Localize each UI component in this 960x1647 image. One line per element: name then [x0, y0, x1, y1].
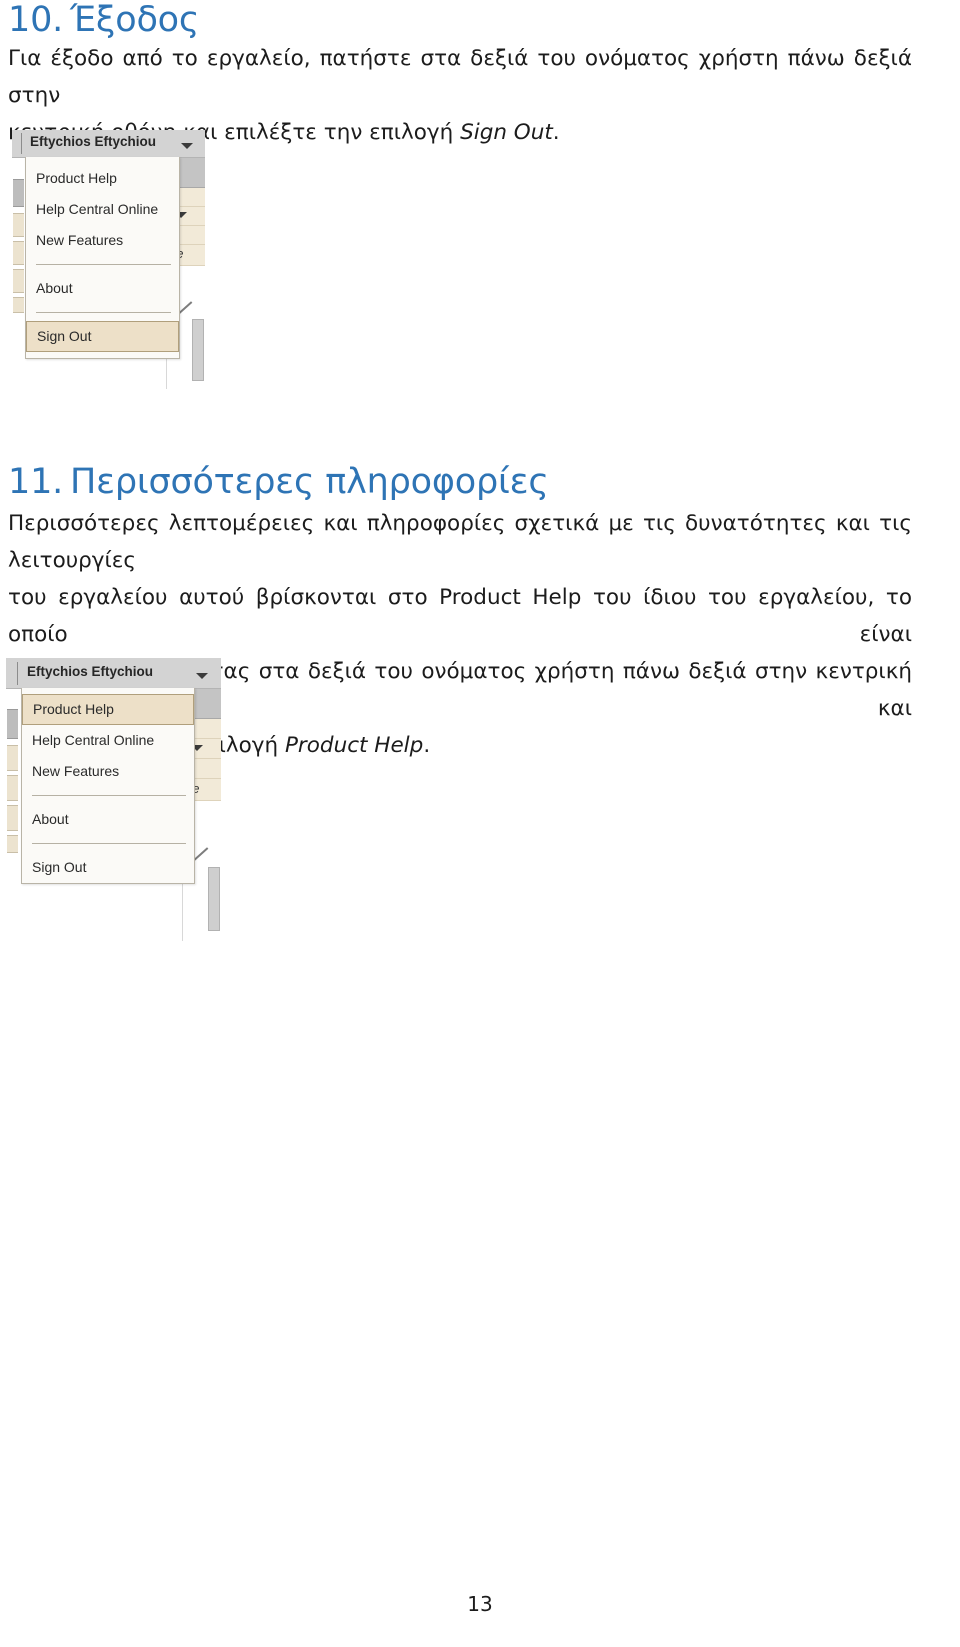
- menu-item-new-features[interactable]: New Features: [22, 756, 194, 787]
- user-name-label[interactable]: Eftychios Eftychiou: [27, 664, 153, 679]
- menu-bottom-spacer: [26, 352, 179, 358]
- background-chip: [13, 297, 24, 313]
- background-diagonal-mark: [193, 847, 209, 861]
- scrollbar-thumb[interactable]: [208, 867, 220, 931]
- section-heading-11: 11. Περισσότερες πληροφορίες: [8, 462, 549, 502]
- section-number: 11.: [8, 462, 64, 502]
- menu-item-about[interactable]: About: [26, 273, 179, 304]
- menu-separator: [36, 312, 171, 313]
- paragraph-line: Για έξοδο από το εργαλείο, πατήστε στα δ…: [8, 46, 912, 108]
- menu-item-help-central-online[interactable]: Help Central Online: [22, 725, 194, 756]
- paragraph-line: του εργαλείου αυτού βρίσκονται στο Produ…: [8, 585, 912, 647]
- background-chip: [7, 775, 18, 801]
- background-left-column: [6, 685, 19, 941]
- inline-emphasis-product-help: Product Help: [284, 733, 424, 758]
- section-number: 10.: [8, 0, 64, 40]
- paragraph-line: Περισσότερες λεπτομέρειες και πληροφορίε…: [8, 511, 912, 573]
- scrollbar-thumb[interactable]: [192, 319, 204, 381]
- background-chip: [13, 269, 24, 293]
- app-toolbar: Eftychios Eftychiou: [6, 658, 221, 689]
- menu-item-about[interactable]: About: [22, 804, 194, 835]
- app-screenshot: ) ge Eftychios Eftychiou Product Help He…: [6, 658, 221, 941]
- background-chip: [7, 805, 18, 831]
- background-chip: [7, 745, 18, 771]
- background-chip: [13, 213, 24, 237]
- menu-item-help-central-online[interactable]: Help Central Online: [26, 194, 179, 225]
- menu-separator: [32, 795, 186, 796]
- app-toolbar: Eftychios Eftychiou: [12, 130, 205, 158]
- chevron-down-icon[interactable]: [196, 673, 208, 679]
- figure-product-help-menu-screenshot: ) ge Eftychios Eftychiou Product Help He…: [6, 658, 221, 941]
- document-page: 10. Έξοδος Για έξοδο από το εργαλείο, πα…: [0, 0, 960, 1647]
- menu-item-sign-out[interactable]: Sign Out: [26, 321, 179, 352]
- toolbar-divider: [21, 133, 22, 154]
- section-heading-10: 10. Έξοδος: [8, 0, 199, 40]
- background-chip: [13, 179, 24, 207]
- menu-item-sign-out[interactable]: Sign Out: [22, 852, 194, 883]
- inline-emphasis-sign-out: Sign Out: [460, 120, 553, 145]
- background-chip: [7, 709, 18, 739]
- toolbar-divider: [17, 662, 18, 685]
- menu-item-new-features[interactable]: New Features: [26, 225, 179, 256]
- page-number: 13: [467, 1592, 493, 1616]
- paragraph-text: .: [423, 733, 431, 758]
- background-chip: [13, 241, 24, 265]
- section-title: Έξοδος: [70, 0, 200, 40]
- menu-item-product-help[interactable]: Product Help: [22, 694, 194, 725]
- background-left-column: [12, 157, 25, 389]
- paragraph-text: .: [552, 120, 560, 145]
- section-title: Περισσότερες πληροφορίες: [70, 462, 549, 502]
- menu-separator: [36, 264, 171, 265]
- chevron-down-icon[interactable]: [181, 143, 193, 149]
- user-name-label[interactable]: Eftychios Eftychiou: [30, 134, 156, 149]
- user-menu-dropdown[interactable]: Product Help Help Central Online New Fea…: [25, 157, 180, 359]
- app-screenshot: ) ge Eftychios Eftychiou Product Help: [12, 130, 205, 389]
- background-chip: [7, 835, 18, 853]
- menu-item-product-help[interactable]: Product Help: [26, 163, 179, 194]
- menu-separator: [32, 843, 186, 844]
- user-menu-dropdown[interactable]: Product Help Help Central Online New Fea…: [21, 688, 195, 884]
- figure-signout-menu-screenshot: ) ge Eftychios Eftychiou Product Help: [12, 130, 205, 389]
